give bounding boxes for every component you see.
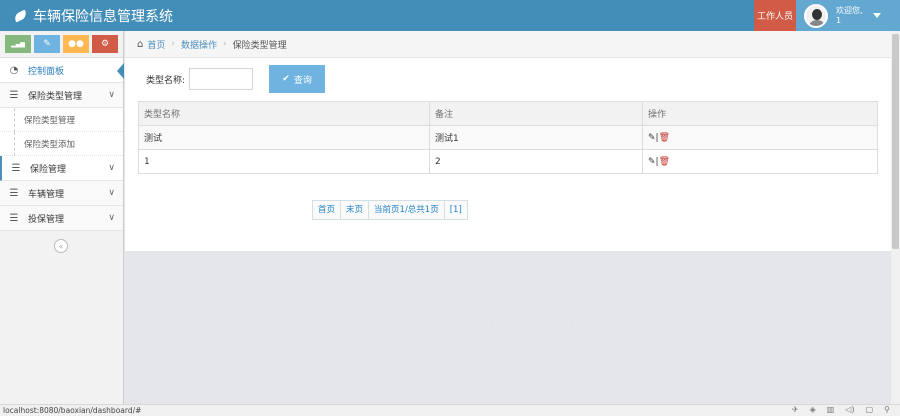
browser-status-bar: localhost:8080/baoxian/dashboard/# ✈ ◈ ▥… [0,404,900,416]
search-button[interactable]: ✔ 查询 [269,65,326,93]
data-table: 类型名称 备注 操作 测试 测试1 ✎|🗑 1 2 ✎|🗑 [138,101,878,174]
zoom-icon[interactable]: ⚲ [884,405,890,414]
caret-down-icon [872,13,881,18]
sidebar-item-dashboard[interactable]: ◔ 控制面板 [0,58,124,83]
breadcrumb-separator: › [223,39,227,49]
signal-shortcut-button[interactable]: ▂▄▆ [5,35,31,53]
edit-icon[interactable]: ✎ [648,157,656,167]
username: 1 [836,15,842,25]
breadcrumb-separator: › [171,39,175,49]
home-icon: ⌂ [137,38,144,50]
cell-type-name: 测试 [138,125,430,150]
app-title: 车辆保险信息管理系统 [33,9,173,25]
breadcrumb-current: 保险类型管理 [232,40,287,51]
pagination: 首页 末页 当前页1/总共1页 [1] [312,200,468,220]
last-page-link[interactable]: 末页 [341,201,370,219]
page-info: 当前页1/总共1页 [369,201,445,219]
page-content: 类型名称: ✔ 查询 类型名称 备注 操作 测试 测试1 ✎|🗑 1 2 ✎|🗑… [125,58,891,251]
cogs-icon: ⚙ [100,39,110,49]
chevron-down-icon: ∨ [108,163,115,173]
list-icon: ☰ [9,187,19,199]
shield-icon[interactable]: ◈ [810,405,816,414]
cell-actions: ✎|🗑 [642,149,878,174]
pencil-icon: ✎ [43,39,51,49]
double-angle-left-icon: « [58,241,64,251]
cogs-shortcut-button[interactable]: ⚙ [92,35,118,53]
table-row: 测试 测试1 ✎|🗑 [138,125,878,150]
sidebar-item-label: 车辆管理 [28,189,65,200]
status-url: localhost:8080/baoxian/dashboard/# [3,406,142,415]
list-icon: ☰ [9,89,19,101]
sidebar-item-label: 控制面板 [28,66,65,77]
cell-note: 测试1 [429,125,643,150]
scrollbar-thumb[interactable] [892,34,899,249]
sidebar-item-policy[interactable]: ☰ 投保管理 ∨ [0,206,123,231]
shortcut-bar: ▂▄▆ ✎ ●● ⚙ [0,31,123,58]
trash-icon[interactable]: 🗑 [659,133,670,143]
sidebar-item-label: 保险管理 [30,164,67,175]
page-number-link[interactable]: [1] [444,201,467,219]
signal-icon: ▂▄▆ [11,40,25,48]
status-icons: ✈ ◈ ▥ ◁) ▢ ⚲ [792,405,890,414]
vertical-scrollbar[interactable] [891,31,900,404]
pin-icon[interactable]: ✈ [792,405,799,414]
main-content: ⌂ 首页 › 数据操作 › 保险类型管理 类型名称: ✔ 查询 类型名称 备注 … [125,31,900,404]
avatar [804,3,828,28]
breadcrumb-home-link[interactable]: 首页 [147,38,165,51]
sidebar-item-insurance[interactable]: ☰ 保险管理 ∨ [0,156,123,181]
list-icon: ☰ [9,212,19,224]
table-header-row: 类型名称 备注 操作 [138,101,878,126]
chevron-down-icon: ∨ [108,90,115,100]
sidebar-collapse-button[interactable]: « [54,239,68,253]
column-header-note: 备注 [429,101,643,126]
list-icon: ☰ [11,162,21,174]
edit-icon[interactable]: ✎ [648,133,656,143]
role-badge[interactable]: 工作人员 [754,0,796,31]
breadcrumb: ⌂ 首页 › 数据操作 › 保险类型管理 [125,31,900,58]
welcome-label: 欢迎您, [836,5,863,15]
welcome-text: 欢迎您, 1 [836,6,863,26]
sidebar-item-vehicle[interactable]: ☰ 车辆管理 ∨ [0,181,123,206]
search-button-label: 查询 [293,75,312,86]
sidebar: ▂▄▆ ✎ ●● ⚙ ◔ 控制面板 ☰ 保险类型管理 ∨ 保险类型管理 保险类型… [0,31,124,404]
watermark: https://www.huzhan.com/ishop39397 [289,309,735,334]
cell-note: 2 [429,149,643,174]
window-icon[interactable]: ▢ [866,405,874,414]
search-label: 类型名称: [146,75,186,86]
chevron-down-icon: ∨ [108,213,115,223]
top-navbar: 车辆保险信息管理系统 工作人员 欢迎您, 1 [0,0,900,31]
check-icon: ✔ [282,74,290,84]
cell-actions: ✎|🗑 [642,125,878,150]
column-header-actions: 操作 [642,101,878,126]
group-icon: ●● [68,39,84,49]
sidebar-item-insurance-type[interactable]: ☰ 保险类型管理 ∨ [0,83,123,108]
first-page-link[interactable]: 首页 [313,201,342,219]
sidebar-item-label: 投保管理 [28,214,65,225]
user-area: 工作人员 欢迎您, 1 [754,0,900,31]
type-name-input[interactable] [189,68,254,90]
trash-icon[interactable]: ▥ [827,405,835,414]
cell-type-name: 1 [138,149,430,174]
submenu-item-label: 保险类型管理 [24,115,76,126]
group-shortcut-button[interactable]: ●● [63,35,89,53]
sound-icon[interactable]: ◁) [845,405,854,414]
submenu-item-type-list[interactable]: 保险类型管理 [0,108,123,132]
breadcrumb-section-link[interactable]: 数据操作 [181,38,217,51]
column-header-type-name: 类型名称 [138,101,430,126]
leaf-icon [12,9,29,23]
trash-icon[interactable]: 🗑 [659,157,670,167]
submenu-item-type-add[interactable]: 保险类型添加 [0,132,123,156]
table-row: 1 2 ✎|🗑 [138,149,878,174]
dashboard-icon: ◔ [9,64,19,76]
user-menu[interactable]: 欢迎您, 1 [796,0,900,31]
sidebar-item-label: 保险类型管理 [28,91,83,102]
brand[interactable]: 车辆保险信息管理系统 [12,6,173,26]
submenu-item-label: 保险类型添加 [24,139,76,150]
chevron-down-icon: ∨ [108,188,115,198]
pencil-shortcut-button[interactable]: ✎ [34,35,60,53]
search-form: 类型名称: ✔ 查询 [146,65,326,93]
